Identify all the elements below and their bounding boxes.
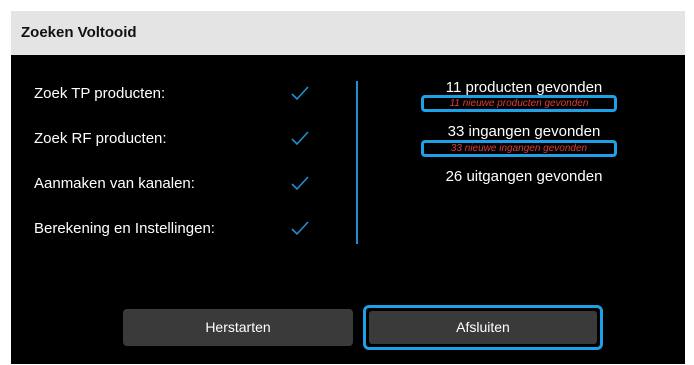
new-inputs-highlight: 33 nieuwe ingangen gevonden [421,140,617,157]
new-products-highlight: 11 nieuwe producten gevonden [421,95,617,112]
step-calculation-settings: Berekening en Instellingen: [11,217,331,241]
step-label: Aanmaken van kanalen: [34,175,195,192]
check-icon [291,221,309,236]
close-button[interactable]: Afsluiten [363,305,603,350]
search-complete-dialog: Zoeken Voltooid Zoek TP producten: Zoek … [11,11,685,364]
column-divider [356,81,358,244]
step-search-tp-products: Zoek TP producten: [11,82,331,106]
outputs-found-text: 26 uitgangen gevonden [445,168,603,185]
step-create-channels: Aanmaken van kanalen: [11,172,331,196]
restart-button[interactable]: Herstarten [123,309,353,346]
check-icon [291,131,309,146]
check-icon [291,176,309,191]
check-icon [291,86,309,101]
step-label: Zoek TP producten: [34,85,166,102]
step-label: Berekening en Instellingen: [34,220,215,237]
inputs-found-text: 33 ingangen gevonden [447,123,601,140]
close-button-label: Afsluiten [369,311,597,344]
step-search-rf-products: Zoek RF producten: [11,127,331,151]
step-label: Zoek RF producten: [34,130,167,147]
products-found-text: 11 producten gevonden [445,79,603,96]
